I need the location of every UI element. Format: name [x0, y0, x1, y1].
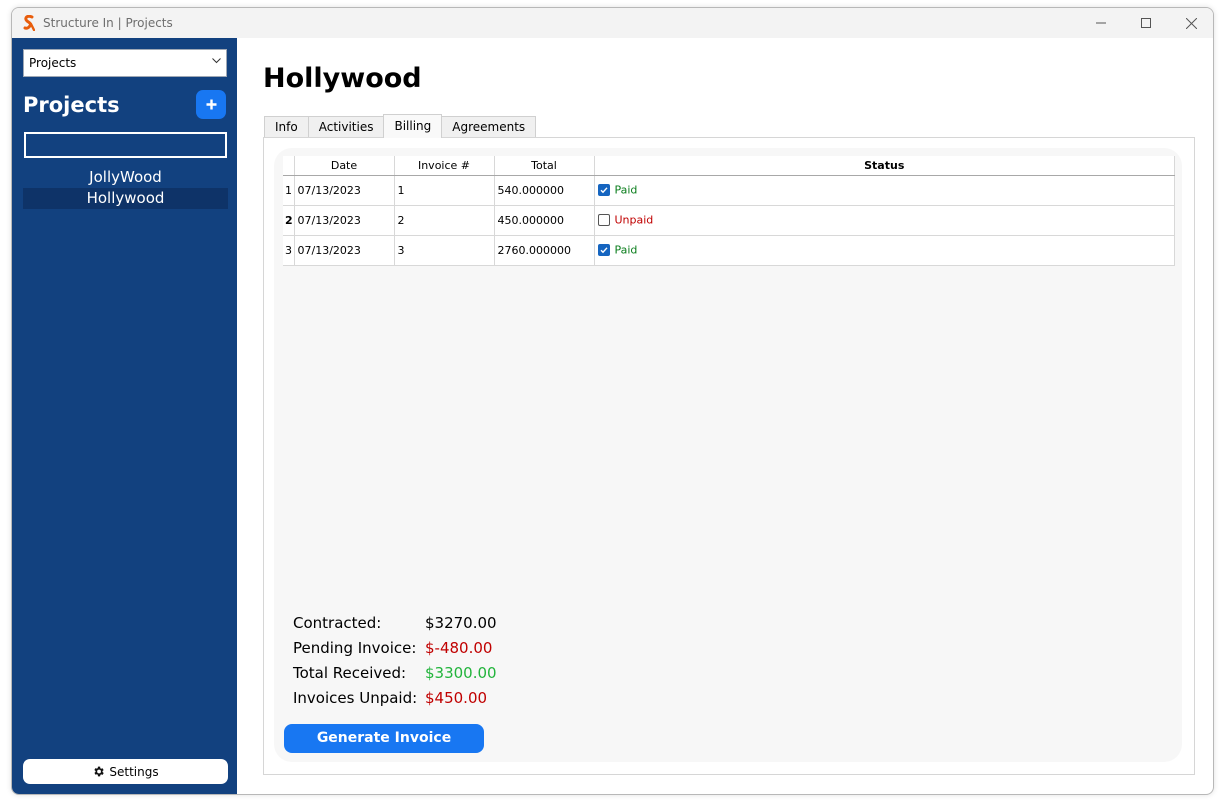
window-title: Structure In | Projects: [43, 16, 173, 30]
column-header-status[interactable]: Status: [594, 156, 1175, 175]
status-label: Paid: [615, 184, 638, 197]
cell-date[interactable]: 07/13/2023: [294, 175, 394, 205]
gear-icon: [92, 765, 105, 778]
cell-total[interactable]: 450.000000: [494, 205, 594, 235]
generate-invoice-button[interactable]: Generate Invoice: [284, 724, 484, 753]
status-label: Paid: [615, 244, 638, 257]
view-select-value: Projects: [29, 56, 76, 70]
project-item-jollywood[interactable]: JollyWood: [23, 167, 228, 188]
row-number-header: [283, 156, 294, 175]
add-project-button[interactable]: [196, 90, 226, 119]
table-header-row: Date Invoice # Total Status: [283, 156, 1175, 175]
cell-invoice[interactable]: 2: [394, 205, 494, 235]
tab-info[interactable]: Info: [264, 116, 309, 138]
cell-status: Unpaid: [594, 205, 1175, 235]
status-label: Unpaid: [615, 214, 654, 227]
tab-bar: Info Activities Billing Agreements: [264, 114, 535, 138]
summary-label: Total Received:: [293, 664, 406, 682]
maximize-button[interactable]: [1123, 8, 1169, 38]
table-row[interactable]: 2 07/13/2023 2 450.000000 Unpaid: [283, 205, 1175, 235]
page-title: Hollywood: [263, 63, 422, 94]
paid-checkbox[interactable]: [598, 184, 610, 196]
cell-date[interactable]: 07/13/2023: [294, 235, 394, 265]
title-bar: Structure In | Projects: [12, 8, 1213, 38]
checkmark-icon: [598, 244, 610, 256]
project-list: JollyWood Hollywood: [23, 167, 228, 209]
billing-panel: Date Invoice # Total Status 1 07/13/2023…: [263, 137, 1195, 775]
app-logo-icon: [23, 15, 35, 31]
paid-checkbox[interactable]: [598, 214, 610, 226]
cell-date[interactable]: 07/13/2023: [294, 205, 394, 235]
cell-total[interactable]: 2760.000000: [494, 235, 594, 265]
sidebar: Projects Projects JollyWood Hollywood Se…: [12, 38, 237, 795]
maximize-icon: [1141, 18, 1151, 28]
cell-status: Paid: [594, 175, 1175, 205]
plus-icon: [206, 99, 217, 110]
tab-agreements[interactable]: Agreements: [441, 116, 536, 138]
summary-value: $450.00: [425, 689, 487, 707]
summary-value: $3300.00: [425, 664, 497, 682]
project-search-input[interactable]: [24, 132, 227, 158]
app-window: Structure In | Projects Projects Project…: [11, 7, 1214, 795]
column-header-date[interactable]: Date: [294, 156, 394, 175]
cell-total[interactable]: 540.000000: [494, 175, 594, 205]
chevron-down-icon: [212, 58, 221, 64]
minimize-icon: [1096, 18, 1106, 28]
summary-contracted: Contracted: $3270.00: [293, 614, 593, 639]
summary-label: Pending Invoice:: [293, 639, 416, 657]
projects-heading: Projects: [23, 93, 120, 117]
paid-checkbox[interactable]: [598, 244, 610, 256]
column-header-total[interactable]: Total: [494, 156, 594, 175]
summary-label: Contracted:: [293, 614, 381, 632]
billing-summary: Contracted: $3270.00 Pending Invoice: $-…: [293, 614, 593, 714]
settings-button[interactable]: Settings: [23, 759, 228, 784]
invoice-table: Date Invoice # Total Status 1 07/13/2023…: [283, 156, 1175, 266]
tab-billing[interactable]: Billing: [383, 114, 442, 138]
summary-pending-invoice: Pending Invoice: $-480.00: [293, 639, 593, 664]
table-row[interactable]: 3 07/13/2023 3 2760.000000 Paid: [283, 235, 1175, 265]
summary-label: Invoices Unpaid:: [293, 689, 417, 707]
close-icon: [1186, 18, 1197, 29]
minimize-button[interactable]: [1078, 8, 1124, 38]
summary-value: $-480.00: [425, 639, 492, 657]
checkmark-icon: [598, 184, 610, 196]
tab-activities[interactable]: Activities: [308, 116, 385, 138]
project-item-hollywood[interactable]: Hollywood: [23, 188, 228, 209]
view-select[interactable]: Projects: [23, 49, 227, 77]
settings-label: Settings: [109, 765, 158, 779]
column-header-invoice[interactable]: Invoice #: [394, 156, 494, 175]
cell-status: Paid: [594, 235, 1175, 265]
billing-card: Date Invoice # Total Status 1 07/13/2023…: [274, 148, 1182, 762]
summary-invoices-unpaid: Invoices Unpaid: $450.00: [293, 689, 593, 714]
row-number: 1: [283, 175, 294, 205]
cell-invoice[interactable]: 1: [394, 175, 494, 205]
row-number: 3: [283, 235, 294, 265]
close-button[interactable]: [1168, 8, 1214, 38]
table-row[interactable]: 1 07/13/2023 1 540.000000 Paid: [283, 175, 1175, 205]
cell-invoice[interactable]: 3: [394, 235, 494, 265]
summary-total-received: Total Received: $3300.00: [293, 664, 593, 689]
row-number: 2: [283, 205, 294, 235]
summary-value: $3270.00: [425, 614, 497, 632]
